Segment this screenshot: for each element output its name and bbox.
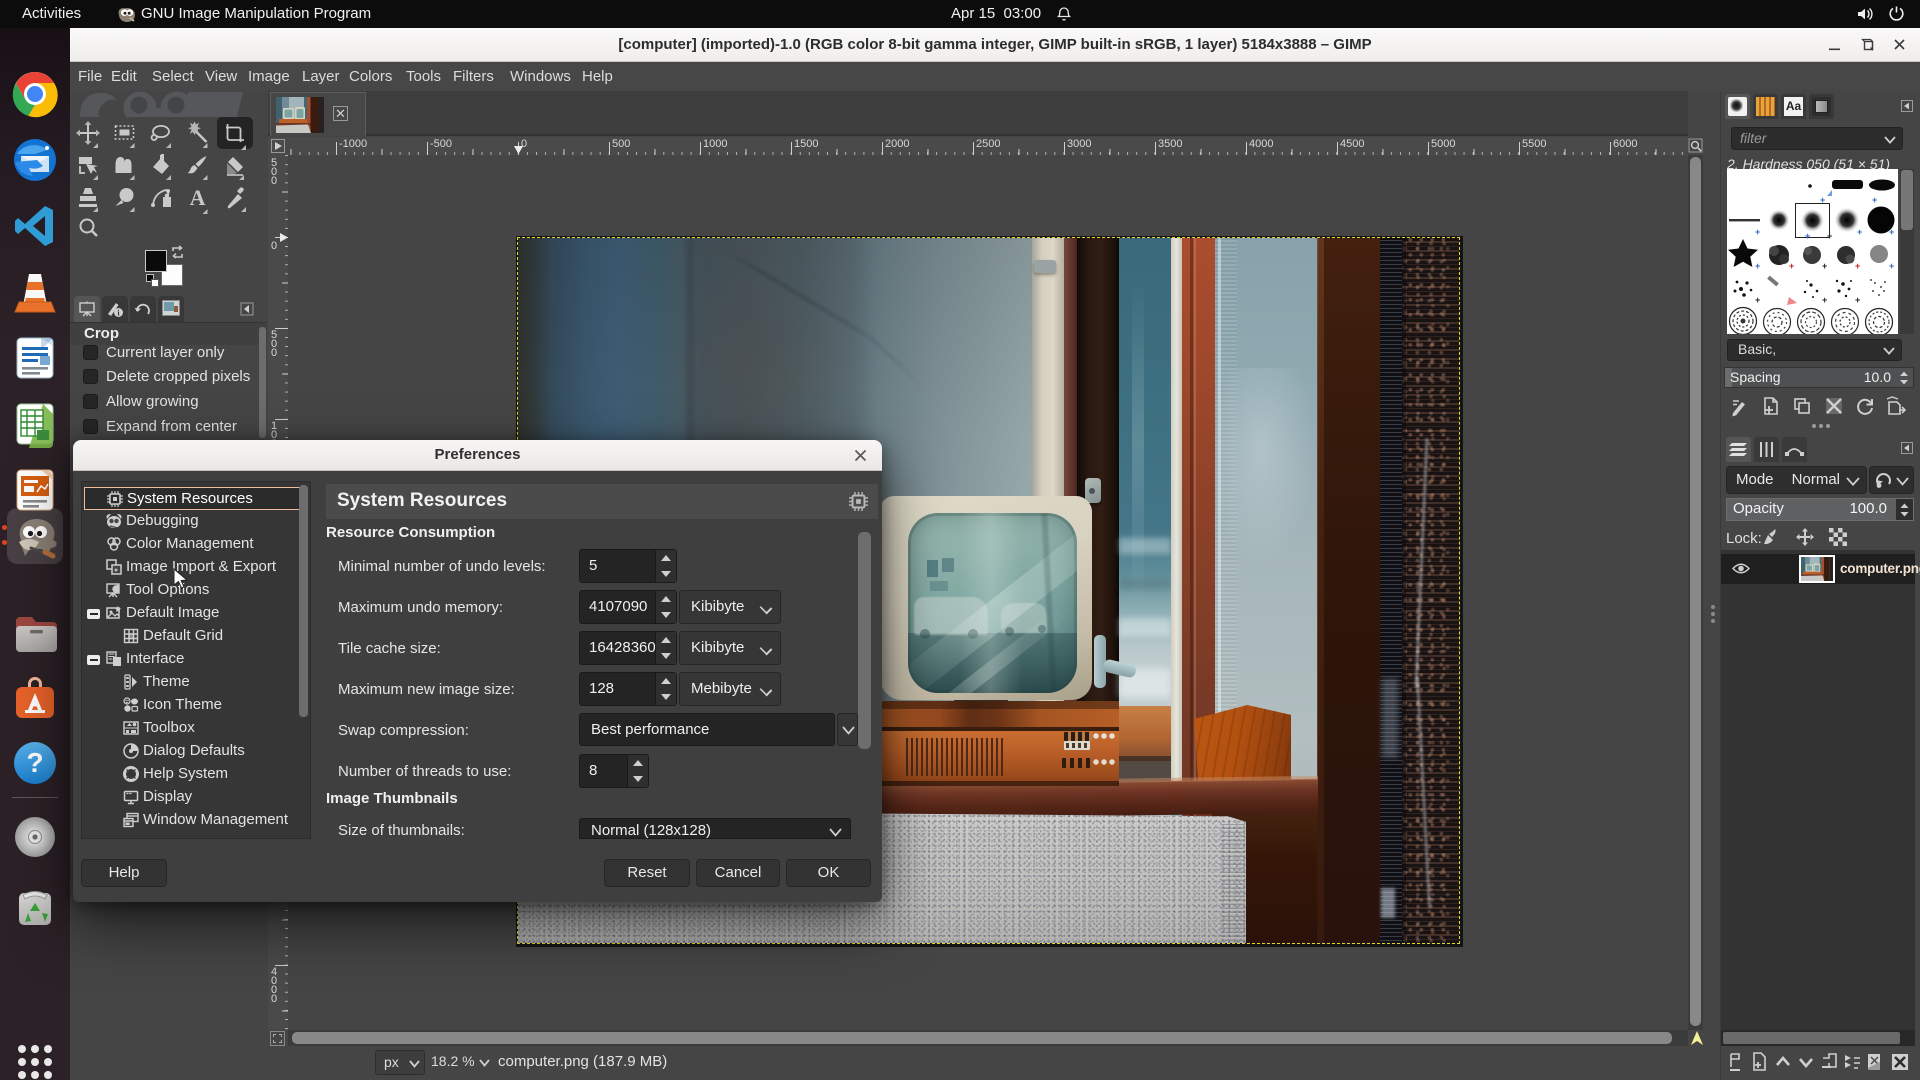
svg-text:+: +: [1805, 231, 1810, 241]
svg-text:+: +: [1789, 261, 1794, 271]
svg-text:+: +: [1755, 227, 1760, 237]
svg-text:+: +: [1855, 261, 1860, 271]
svg-text:+: +: [1822, 261, 1827, 271]
svg-text:+: +: [1872, 195, 1877, 205]
svg-text:+: +: [1889, 261, 1894, 271]
svg-text:A: A: [190, 185, 206, 210]
svg-text:+: +: [1857, 227, 1862, 237]
svg-text:+: +: [1855, 295, 1860, 305]
svg-text:i: i: [117, 308, 120, 317]
svg-text:+: +: [1889, 227, 1894, 237]
svg-text:+: +: [1822, 295, 1827, 305]
svg-text:+: +: [1820, 195, 1825, 205]
svg-text:?: ?: [26, 747, 43, 778]
svg-text:+: +: [1755, 295, 1760, 305]
svg-text:+: +: [1827, 231, 1832, 241]
svg-text:+: +: [1755, 261, 1760, 271]
